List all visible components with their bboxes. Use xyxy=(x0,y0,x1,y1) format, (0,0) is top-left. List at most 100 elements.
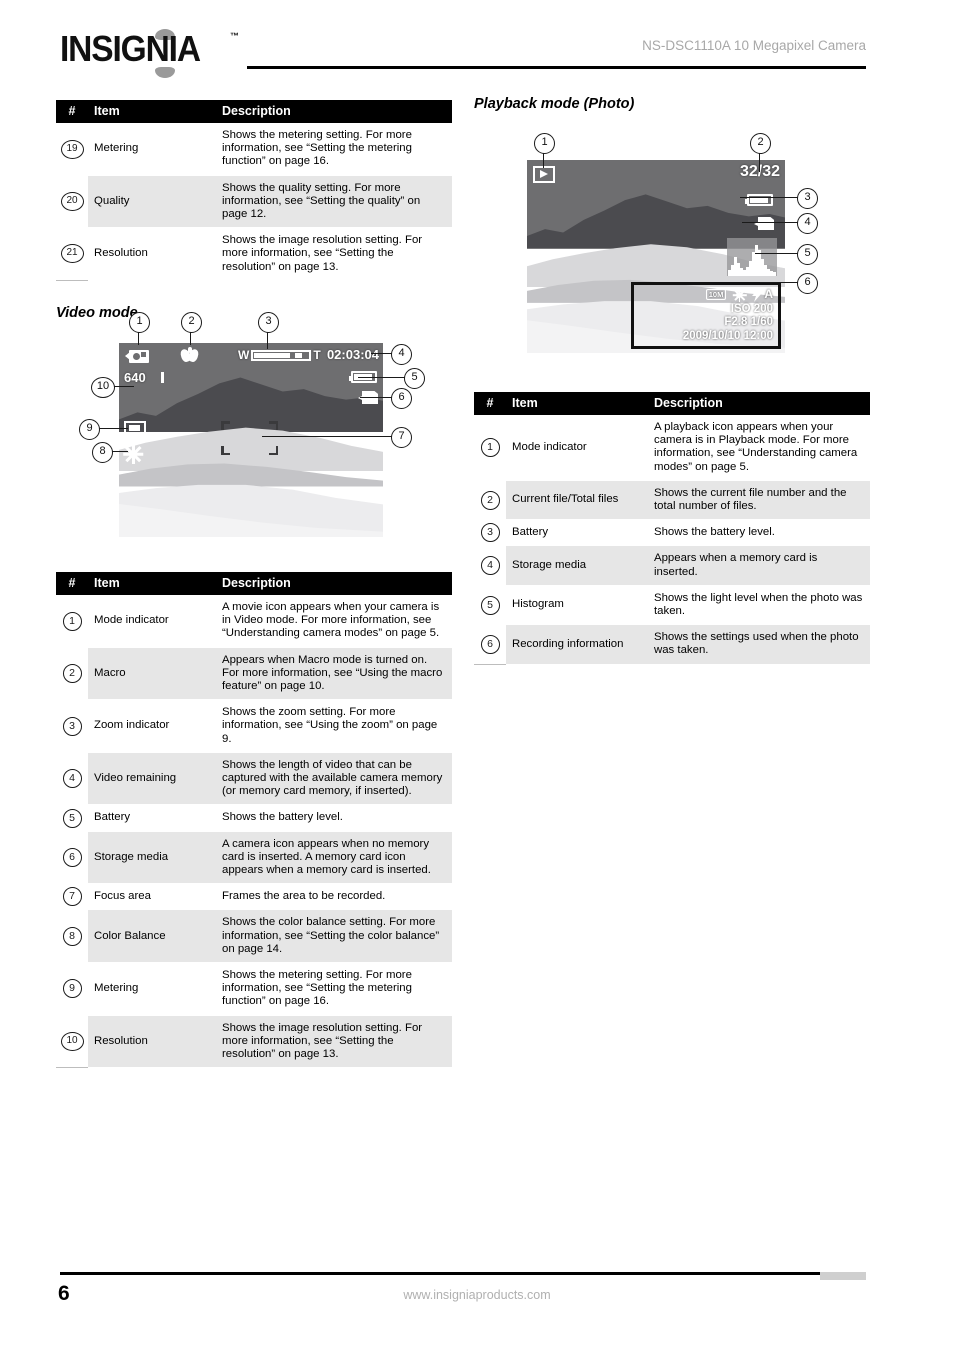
storage-media-icon xyxy=(754,217,774,231)
number-badge: 3 xyxy=(480,523,500,543)
number-badge: 7 xyxy=(62,887,82,907)
exposure-value: F2.8 1/60 xyxy=(724,316,773,328)
row-item-cell: Quality xyxy=(88,175,216,229)
callout-playback-4: 4 xyxy=(797,213,818,234)
number-badge: 19 xyxy=(60,139,84,159)
number-badge: 4 xyxy=(480,556,500,576)
table-row: 2 Macro Appears when Macro mode is turned … xyxy=(56,647,452,701)
row-number-cell: 4 xyxy=(474,545,506,586)
battery-icon xyxy=(745,194,773,206)
table-playback-mode-items: # Item Description 1 Mode indicator A play… xyxy=(474,392,870,665)
row-description-cell: Appears when a memory card is inserted. xyxy=(648,545,870,586)
table-row: 3 Battery Shows the battery level. xyxy=(474,519,870,547)
number-badge: 3 xyxy=(62,716,82,736)
row-description-cell: Shows the length of video that can be ca… xyxy=(216,752,452,806)
column-header-number: # xyxy=(56,100,88,123)
insignia-logo: INSIGNIA ™ xyxy=(60,27,250,78)
row-item-cell: Storage media xyxy=(506,545,648,586)
datetime-value: 2009/10/10 12:00 xyxy=(682,329,773,342)
table-header-row: # Item Description xyxy=(56,572,452,595)
callout-video-10: 10 xyxy=(91,377,115,398)
white-balance-icon xyxy=(732,287,747,302)
leader-video-4 xyxy=(371,353,393,355)
number-badge: 2 xyxy=(62,663,82,683)
row-item-cell: Resolution xyxy=(88,1015,216,1069)
resolution-badge: 10M xyxy=(705,289,727,300)
row-item-cell: Recording information xyxy=(506,624,648,665)
row-number-cell: 8 xyxy=(56,909,88,963)
row-item-cell: Focus area xyxy=(88,883,216,911)
table-row: 9 Metering Shows the metering setting. For… xyxy=(56,962,452,1016)
table-header-row: # Item Description xyxy=(474,392,870,415)
number-badge: 20 xyxy=(60,191,84,211)
recording-information-box: 10M A ISO 200 F2.8 1/60 2009/10/10 12:00 xyxy=(631,281,781,349)
number-badge: 8 xyxy=(62,926,82,946)
number-badge: 1 xyxy=(62,611,82,631)
column-header-description: Description xyxy=(648,392,870,415)
table-row: 2 Current file/Total files Shows the curre… xyxy=(474,480,870,521)
row-number-cell: 3 xyxy=(56,699,88,753)
leader-video-7 xyxy=(262,436,393,438)
playback-mode-table-wrap: # Item Description 1 Mode indicator A play… xyxy=(474,392,870,665)
page-header: INSIGNIA ™ NS-DSC1110A 10 Megapixel Came… xyxy=(0,0,954,90)
iso-value: ISO 200 xyxy=(730,302,773,315)
callout-video-6: 6 xyxy=(391,388,412,409)
leader-playback-3 xyxy=(740,197,799,199)
row-number-cell: 3 xyxy=(474,519,506,546)
column-header-item: Item xyxy=(506,392,648,415)
color-balance-icon xyxy=(123,444,144,464)
callout-video-4: 4 xyxy=(391,344,412,365)
row-item-cell: Histogram xyxy=(506,585,648,626)
table-row: 7 Focus area Frames the area to be recorde… xyxy=(56,883,452,911)
row-description-cell: Shows the color balance setting. For mor… xyxy=(216,909,452,964)
row-number-cell: 5 xyxy=(56,804,88,832)
leader-video-2 xyxy=(190,331,192,345)
histogram xyxy=(727,238,777,276)
callout-playback-2: 2 xyxy=(750,133,771,154)
table-row: 8 Color Balance Shows the color balance se… xyxy=(56,909,452,964)
header-product-title: NS-DSC1110A 10 Megapixel Camera xyxy=(642,38,866,53)
table-row: 4 Storage media Appears when a memory card… xyxy=(474,545,870,586)
callout-video-2: 2 xyxy=(181,312,202,333)
row-number-cell: 19 xyxy=(56,123,88,176)
table-video-mode-items: # Item Description 1 Mode indicator A movi… xyxy=(56,572,452,1069)
number-badge: 6 xyxy=(62,847,82,867)
number-badge: 9 xyxy=(62,979,82,999)
table-row: 10 Resolution Shows the image resolution s… xyxy=(56,1015,452,1069)
row-item-cell: Video remaining xyxy=(88,752,216,806)
flash-mode-label: A xyxy=(764,286,773,301)
playback-mode-heading: Playback mode (Photo) xyxy=(474,96,635,112)
leader-video-1 xyxy=(138,331,140,345)
header-divider xyxy=(247,66,866,69)
movie-mode-icon xyxy=(125,348,149,363)
zoom-wide-label: W xyxy=(238,348,250,362)
table-row: 19 Metering Shows the metering setting. … xyxy=(56,123,452,176)
number-badge: 5 xyxy=(62,808,82,828)
row-description-cell: Appears when Macro mode is turned on. Fo… xyxy=(216,647,452,701)
leader-video-9 xyxy=(97,428,128,430)
row-description-cell: Shows the current file number and the to… xyxy=(648,480,870,521)
row-number-cell: 20 xyxy=(56,175,88,228)
row-description-cell: Shows the settings used when the photo w… xyxy=(648,624,870,665)
row-description-cell: A movie icon appears when your camera is… xyxy=(216,595,452,648)
row-description-cell: Shows the zoom setting. For more informa… xyxy=(216,699,452,753)
table-row: 1 Mode indicator A playback icon appears w… xyxy=(474,415,870,481)
number-badge: 21 xyxy=(60,244,84,264)
table-header-row: # Item Description xyxy=(56,100,452,123)
table-row: 20 Quality Shows the quality setting. Fo… xyxy=(56,175,452,229)
row-description-cell: Shows the battery level. xyxy=(648,519,870,547)
callout-playback-6: 6 xyxy=(797,273,818,294)
right-column: Playback mode (Photo) xyxy=(474,96,870,112)
column-header-number: # xyxy=(56,572,88,595)
focus-bracket-bottom-left xyxy=(221,446,230,455)
table-continued-items: # Item Description 19 Metering Shows the… xyxy=(56,100,452,281)
zoom-indicator: W T xyxy=(238,348,321,362)
macro-icon xyxy=(178,347,201,364)
table-row: 3 Zoom indicator Shows the zoom setting. F… xyxy=(56,699,452,753)
row-number-cell: 7 xyxy=(56,883,88,910)
row-item-cell: Resolution xyxy=(88,227,216,281)
column-header-description: Description xyxy=(216,100,452,123)
row-description-cell: Shows the quality setting. For more info… xyxy=(216,175,452,229)
row-description-cell: A playback icon appears when your camera… xyxy=(648,415,870,481)
row-description-cell: Frames the area to be recorded. xyxy=(216,883,452,911)
